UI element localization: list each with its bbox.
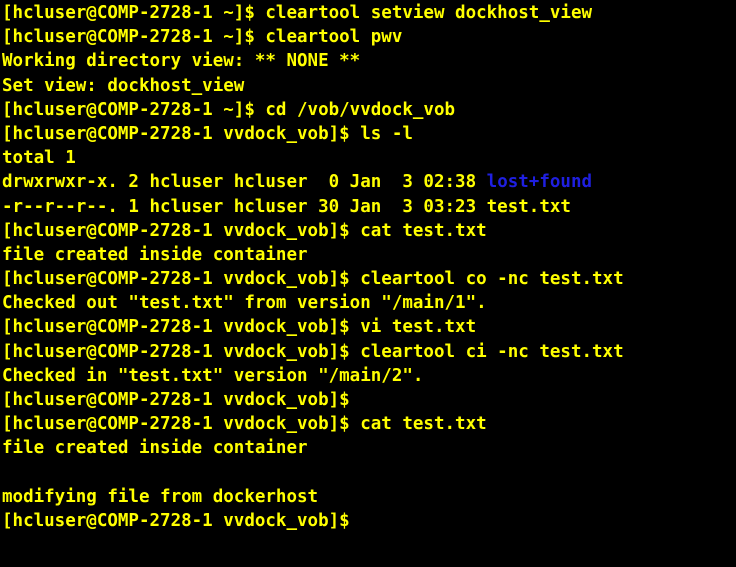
terminal-text-segment: -r--r--r--. 1 hcluser hcluser 30 Jan 3 0… [2,196,571,217]
terminal-line: [hcluser@COMP-2728-1 vvdock_vob]$ vi tes… [2,315,736,339]
terminal-line: [hcluser@COMP-2728-1 vvdock_vob]$ ls -l [2,122,736,146]
terminal-line: [hcluser@COMP-2728-1 vvdock_vob]$ cat te… [2,412,736,436]
terminal-text-segment: [hcluser@COMP-2728-1 vvdock_vob]$ [2,510,350,531]
terminal-line: total 1 [2,146,736,170]
terminal-text-segment: Set view: dockhost_view [2,75,245,96]
terminal-line: [hcluser@COMP-2728-1 ~]$ cleartool setvi… [2,1,736,25]
terminal-line: -r--r--r--. 1 hcluser hcluser 30 Jan 3 0… [2,195,736,219]
terminal-line: [hcluser@COMP-2728-1 vvdock_vob]$ cat te… [2,219,736,243]
terminal-text-segment: [hcluser@COMP-2728-1 vvdock_vob]$ vi tes… [2,317,477,338]
terminal-line: Working directory view: ** NONE ** [2,49,736,73]
terminal-text-segment: total 1 [2,148,76,169]
terminal-text-segment: drwxrwxr-x. 2 hcluser hcluser 0 Jan 3 02… [2,172,487,193]
terminal-line: [hcluser@COMP-2728-1 vvdock_vob]$ [2,509,736,533]
terminal-line: Checked in "test.txt" version "/main/2". [2,364,736,388]
terminal-text-segment: [hcluser@COMP-2728-1 vvdock_vob]$ ls -l [2,123,413,144]
terminal-text-segment: [hcluser@COMP-2728-1 vvdock_vob]$ cat te… [2,414,487,435]
terminal-text-segment: [hcluser@COMP-2728-1 ~]$ cleartool pwv [2,27,403,48]
terminal-line: [hcluser@COMP-2728-1 vvdock_vob]$ cleart… [2,267,736,291]
terminal-output: [hcluser@COMP-2728-1 ~]$ cleartool setvi… [2,1,736,557]
terminal-text-segment: lost+found [486,172,593,193]
terminal-line: [hcluser@COMP-2728-1 vvdock_vob]$ [2,388,736,412]
terminal-text-segment: [hcluser@COMP-2728-1 vvdock_vob]$ cleart… [2,341,624,362]
terminal-text-segment: Checked out "test.txt" from version "/ma… [2,293,487,314]
terminal-line: drwxrwxr-x. 2 hcluser hcluser 0 Jan 3 02… [2,170,736,194]
terminal-line: [hcluser@COMP-2728-1 vvdock_vob]$ cleart… [2,340,736,364]
terminal-text-segment: modifying file from dockerhost [2,486,319,507]
terminal-text-segment: [hcluser@COMP-2728-1 vvdock_vob]$ cleart… [2,269,624,290]
terminal-line: modifying file from dockerhost [2,485,736,509]
terminal-text-segment: [hcluser@COMP-2728-1 vvdock_vob]$ [2,390,350,410]
terminal-text-segment: [hcluser@COMP-2728-1 vvdock_vob]$ cat te… [2,220,487,241]
terminal-line: file created inside container [2,243,736,267]
terminal-text-segment: Working directory view: ** NONE ** [2,51,361,72]
terminal-text-segment: [hcluser@COMP-2728-1 ~]$ cleartool setvi… [2,3,593,23]
terminal-text-segment: file created inside container [2,244,308,265]
terminal-line: [hcluser@COMP-2728-1 ~]$ cd /vob/vvdock_… [2,98,736,122]
terminal-text-segment: file created inside container [2,438,308,459]
terminal-line: Checked out "test.txt" from version "/ma… [2,291,736,315]
terminal-screen[interactable]: [hcluser@COMP-2728-1 ~]$ cleartool setvi… [0,0,736,567]
terminal-line: [hcluser@COMP-2728-1 ~]$ cleartool pwv [2,25,736,49]
terminal-text-segment: Checked in "test.txt" version "/main/2". [2,365,424,386]
terminal-line: Set view: dockhost_view [2,74,736,98]
terminal-text-segment: [hcluser@COMP-2728-1 ~]$ cd /vob/vvdock_… [2,99,456,120]
terminal-line: file created inside container [2,436,736,460]
